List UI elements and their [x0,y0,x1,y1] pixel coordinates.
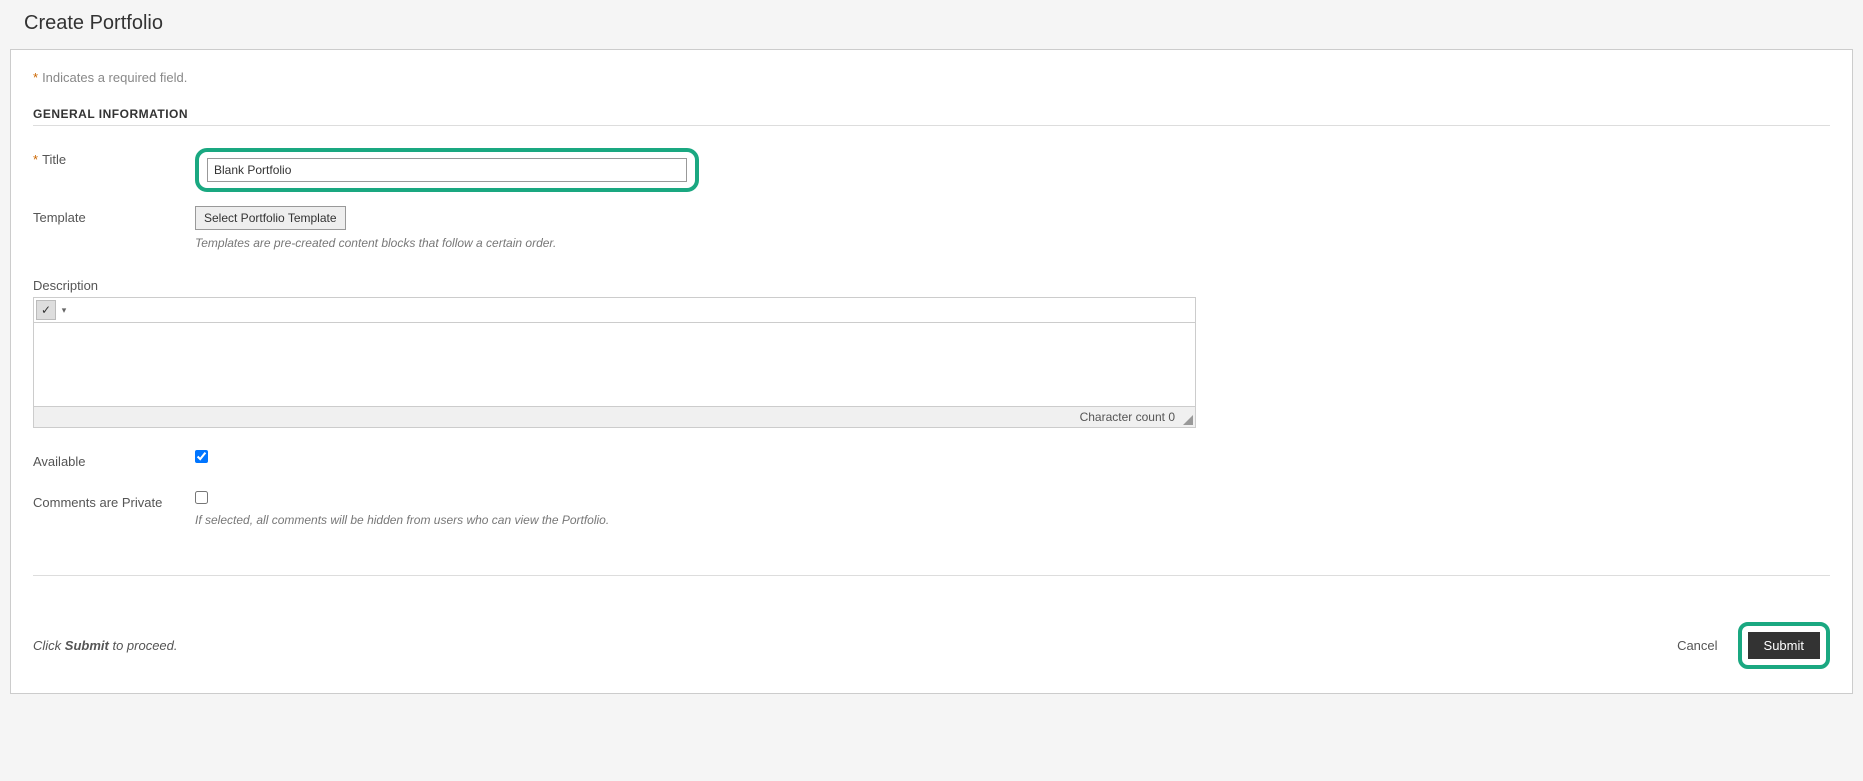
title-label: *Title [33,148,195,167]
required-star-icon: * [33,152,38,167]
title-highlight [195,148,699,192]
resize-handle-icon[interactable] [1181,413,1193,425]
page-title: Create Portfolio [10,0,1853,49]
available-checkbox[interactable] [195,450,208,463]
proceed-instruction: Click Submit to proceed. [33,638,178,653]
char-count-label: Character count [1080,410,1165,424]
editor-footer: Character count 0 [34,406,1195,427]
comments-private-help: If selected, all comments will be hidden… [195,513,609,527]
description-editor: ✓ ▾ Character count 0 [33,297,1196,428]
description-textarea[interactable] [34,322,1195,406]
submit-highlight: Submit [1738,622,1830,669]
comments-private-checkbox[interactable] [195,491,208,504]
comments-private-label: Comments are Private [33,491,195,510]
form-panel: * Indicates a required field. GENERAL INF… [10,49,1853,694]
toolbar-dropdown-icon[interactable]: ▾ [58,300,70,320]
required-note-text: Indicates a required field. [42,70,187,85]
title-input[interactable] [207,158,687,182]
available-label: Available [33,450,195,469]
section-general-header: GENERAL INFORMATION [33,107,1830,126]
required-note: * Indicates a required field. [33,70,1830,85]
template-label: Template [33,206,195,225]
template-help-text: Templates are pre-created content blocks… [195,236,556,250]
description-label: Description [33,278,1196,293]
cancel-button[interactable]: Cancel [1667,632,1727,659]
char-count-value: 0 [1168,410,1175,424]
submit-button[interactable]: Submit [1748,632,1820,659]
required-star-icon: * [33,70,38,85]
select-template-button[interactable]: Select Portfolio Template [195,206,346,230]
spellcheck-icon[interactable]: ✓ [36,300,56,320]
editor-toolbar: ✓ ▾ [34,298,1195,322]
